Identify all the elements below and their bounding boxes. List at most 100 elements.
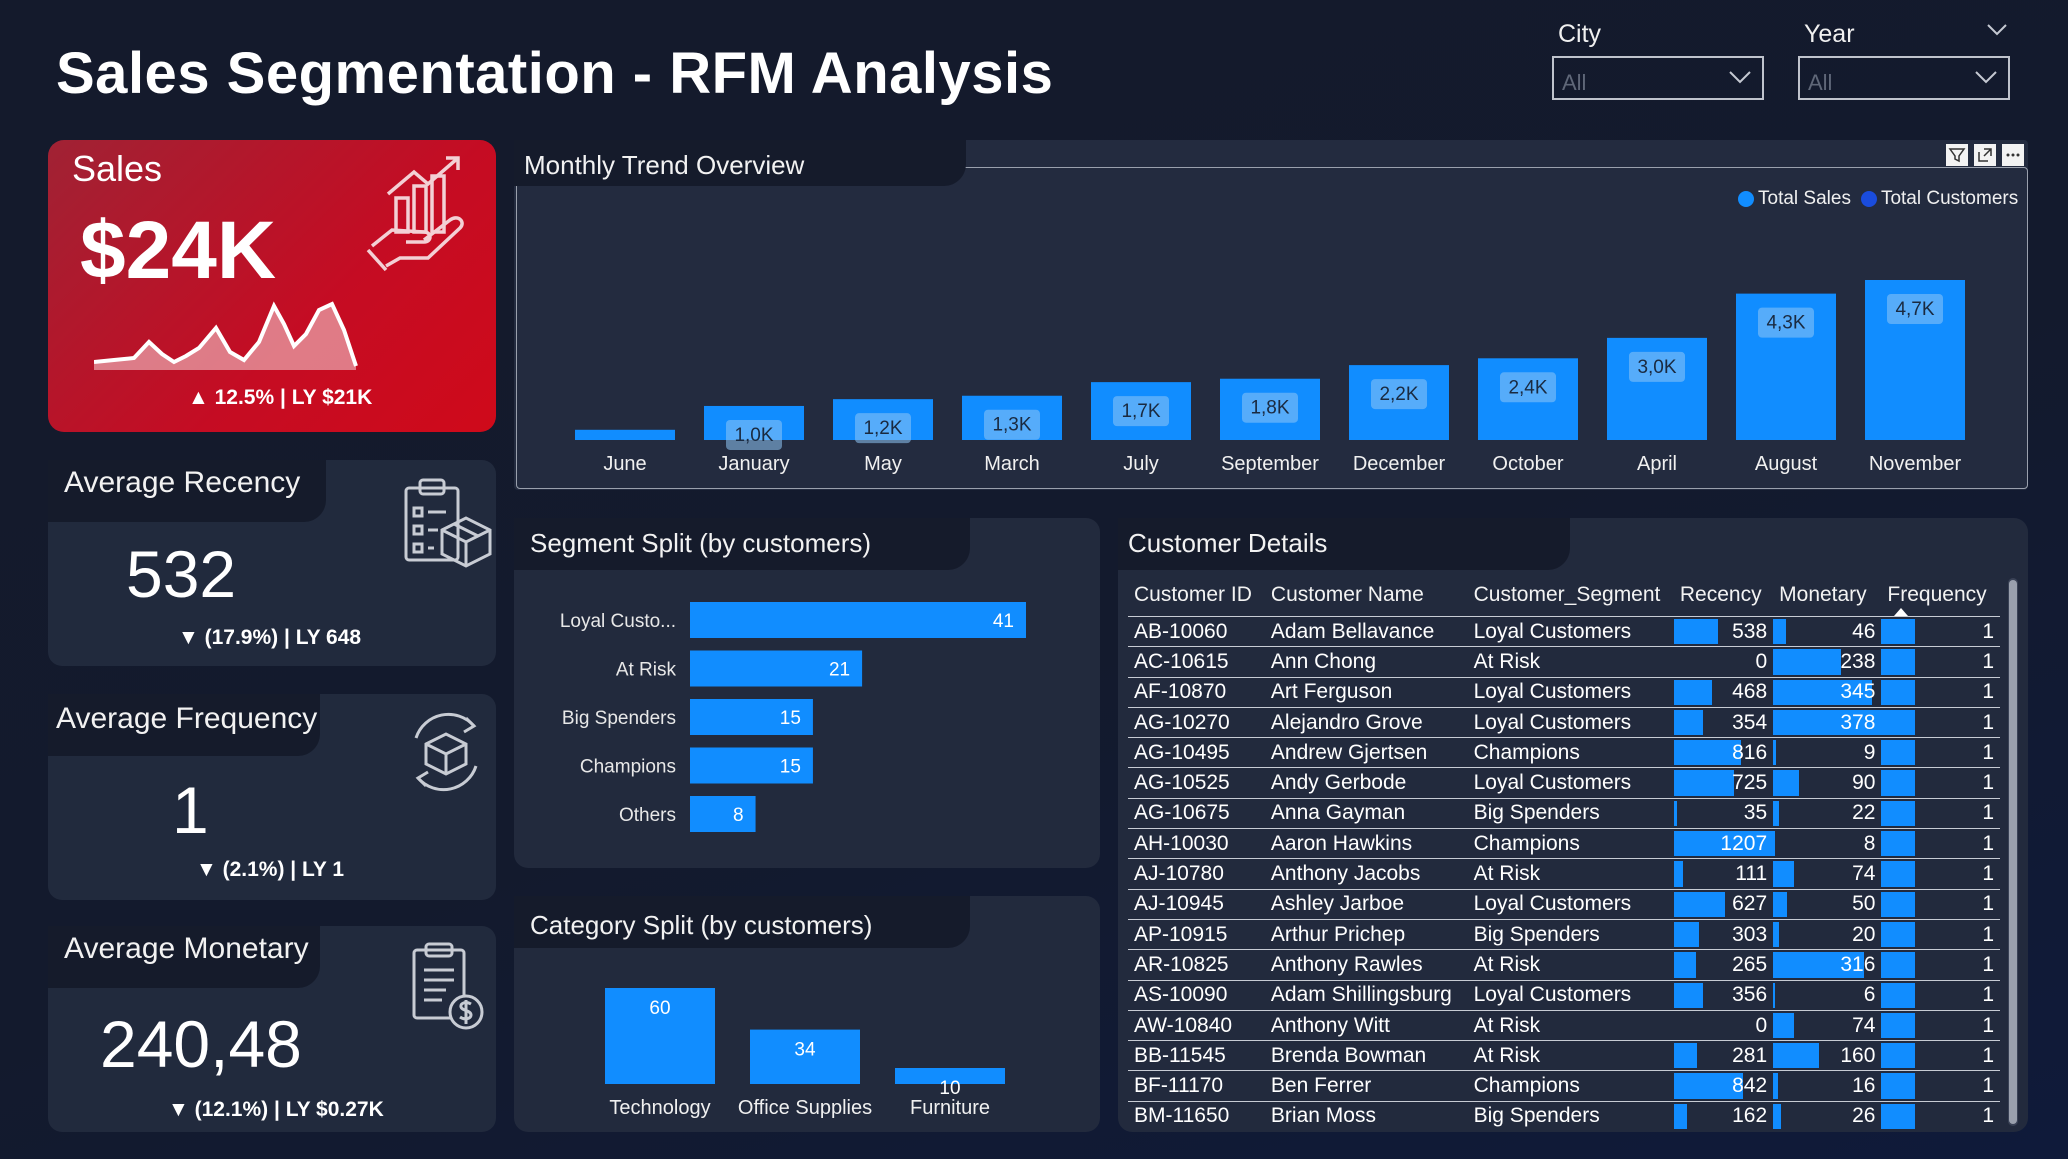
- segment-value-label: 8: [733, 805, 744, 826]
- table-row[interactable]: AF-10870 Art Ferguson Loyal Customers 468 34…: [1128, 676, 2000, 708]
- chevron-down-icon: [1729, 71, 1751, 84]
- monthly-trend-chart: June 1,0K January 1,2K May 1,3K March 1,7K July 1…: [575, 280, 1965, 475]
- table-row[interactable]: AS-10090 Adam Shillingsburg Loyal Customer…: [1128, 979, 2000, 1011]
- cell-value: 1: [1982, 649, 1994, 673]
- data-bar: [1881, 649, 1915, 675]
- column-header[interactable]: Customer ID: [1128, 574, 1265, 617]
- data-bar: [1673, 740, 1741, 766]
- year-dropdown[interactable]: All: [1798, 56, 2010, 100]
- cell-value: 627: [1732, 892, 1768, 916]
- trend-bar-label: 1,7K: [1121, 401, 1160, 422]
- cell-value: 265: [1732, 952, 1768, 976]
- filter-icon[interactable]: [1946, 144, 1968, 166]
- table-cell: At Risk: [1467, 949, 1674, 981]
- table-row[interactable]: BB-11545 Brenda Bowman At Risk 281 160 1: [1128, 1040, 2000, 1071]
- segment-value-label: 15: [780, 757, 801, 778]
- table-cell: AH-10030: [1128, 828, 1265, 859]
- city-dropdown[interactable]: All: [1552, 56, 1764, 100]
- data-bar: [1881, 891, 1915, 917]
- cell-value: 20: [1852, 922, 1876, 946]
- legend-dot-sales: [1738, 191, 1754, 207]
- cell-value: 1: [1982, 1104, 1994, 1128]
- table-cell: 6: [1773, 979, 1882, 1011]
- more-options-icon[interactable]: [2002, 144, 2024, 166]
- avg-frequency-value: 1: [172, 773, 209, 847]
- avg-monetary-value: 240,48: [100, 1007, 302, 1081]
- avg-recency-delta: ▼ (17.9%) | LY 648: [178, 626, 362, 649]
- cell-value: 345: [1840, 680, 1876, 704]
- cell-value: 6: [1863, 983, 1876, 1007]
- table-row[interactable]: AJ-10780 Anthony Jacobs At Risk 111 74 1: [1128, 858, 2000, 890]
- table-cell: BM-11650: [1128, 1100, 1265, 1132]
- table-cell: 265: [1673, 949, 1774, 981]
- table-row[interactable]: AJ-10945 Ashley Jarboe Loyal Customers 627 5…: [1128, 888, 2000, 920]
- table-cell: Ashley Jarboe: [1264, 888, 1468, 920]
- data-bar: [1673, 1043, 1697, 1069]
- customer-details-table: Customer ID Customer Name Customer_Segment…: [1128, 574, 2000, 1132]
- data-bar: [1881, 921, 1915, 948]
- chevron-down-icon[interactable]: [1986, 22, 2008, 38]
- table-row[interactable]: BF-11170 Ben Ferrer Champions 842 16 1: [1128, 1070, 2000, 1102]
- cell-value: 9: [1863, 740, 1876, 764]
- focus-mode-icon[interactable]: [1974, 144, 1996, 166]
- data-bar: [1881, 770, 1915, 796]
- table-scrollbar-thumb[interactable]: [2009, 580, 2017, 1124]
- table-row[interactable]: AC-10615 Ann Chong At Risk 0 238 1: [1128, 646, 2000, 678]
- table-cell: Aaron Hawkins: [1264, 828, 1468, 859]
- cell-value: 160: [1840, 1043, 1876, 1067]
- data-bar: [1773, 740, 1776, 766]
- column-header[interactable]: Monetary: [1773, 574, 1881, 617]
- table-cell: Alejandro Grove: [1264, 706, 1468, 738]
- table-cell: At Risk: [1467, 858, 1674, 890]
- avg-monetary-delta: ▼ (12.1%) | LY $0.27K: [168, 1098, 384, 1121]
- table-row[interactable]: AH-10030 Aaron Hawkins Champions 1207 8 1: [1128, 828, 2000, 859]
- trend-tick-label: December: [1353, 453, 1446, 475]
- data-bar: [1773, 770, 1799, 796]
- column-header[interactable]: Customer_Segment: [1468, 574, 1674, 617]
- table-cell: 1: [1881, 1100, 2000, 1132]
- avg-monetary-label: Average Monetary: [64, 932, 309, 965]
- table-row[interactable]: AR-10825 Anthony Rawles At Risk 265 316 1: [1128, 949, 2000, 981]
- segment-value-label: 21: [829, 660, 850, 681]
- table-cell: 356: [1673, 979, 1774, 1011]
- column-header[interactable]: Customer Name: [1265, 574, 1468, 617]
- table-row[interactable]: AG-10525 Andy Gerbode Loyal Customers 725 90…: [1128, 767, 2000, 799]
- category-value-label: 34: [794, 1040, 816, 1061]
- segment-category-label: Loyal Custo...: [560, 611, 676, 632]
- sort-ascending-icon[interactable]: [1894, 608, 1908, 616]
- data-bar: [1881, 1012, 1915, 1039]
- table-cell: AR-10825: [1128, 949, 1265, 981]
- table-scrollbar-track[interactable]: [2008, 578, 2018, 1126]
- table-row[interactable]: AG-10270 Alejandro Grove Loyal Customers 35…: [1128, 706, 2000, 738]
- segment-split-title: Segment Split (by customers): [530, 528, 872, 558]
- table-row[interactable]: AW-10840 Anthony Witt At Risk 0 74 1: [1128, 1009, 2000, 1041]
- segment-bar[interactable]: [690, 602, 1026, 638]
- cell-value: 816: [1732, 740, 1768, 764]
- table-cell: AC-10615: [1128, 646, 1265, 678]
- table-row[interactable]: AP-10915 Arthur Prichep Big Spenders 303 20 1: [1128, 918, 2000, 950]
- data-bar: [1773, 619, 1787, 645]
- table-cell: 1: [1881, 797, 2000, 829]
- trend-bar-label: 1,2K: [863, 418, 902, 439]
- trend-bar[interactable]: [575, 429, 675, 440]
- table-cell: 9: [1773, 737, 1882, 768]
- table-row[interactable]: AB-10060 Adam Bellavance Loyal Customers 53…: [1128, 615, 2000, 647]
- table-cell: Big Spenders: [1467, 797, 1674, 829]
- data-bar: [1773, 649, 1842, 675]
- column-header[interactable]: Recency: [1674, 574, 1773, 617]
- trend-tick-label: October: [1492, 453, 1563, 475]
- table-cell: 74: [1773, 1009, 1882, 1041]
- avg-frequency-label: Average Frequency: [56, 702, 318, 735]
- table-cell: Loyal Customers: [1467, 706, 1674, 738]
- trend-tick-label: November: [1869, 453, 1962, 475]
- table-cell: 627: [1673, 888, 1774, 920]
- segment-bar[interactable]: [690, 796, 756, 832]
- data-bar: [1673, 770, 1734, 796]
- table-row[interactable]: BM-11650 Brian Moss Big Spenders 162 26 1: [1128, 1100, 2000, 1132]
- table-cell: 16: [1773, 1070, 1882, 1102]
- table-row[interactable]: AG-10675 Anna Gayman Big Spenders 35 22 1: [1128, 797, 2000, 829]
- table-row[interactable]: AG-10495 Andrew Gjertsen Champions 816 9 1: [1128, 737, 2000, 768]
- data-bar: [1673, 709, 1703, 736]
- table-cell: Anthony Witt: [1264, 1009, 1468, 1041]
- table-cell: 1: [1881, 1009, 2000, 1041]
